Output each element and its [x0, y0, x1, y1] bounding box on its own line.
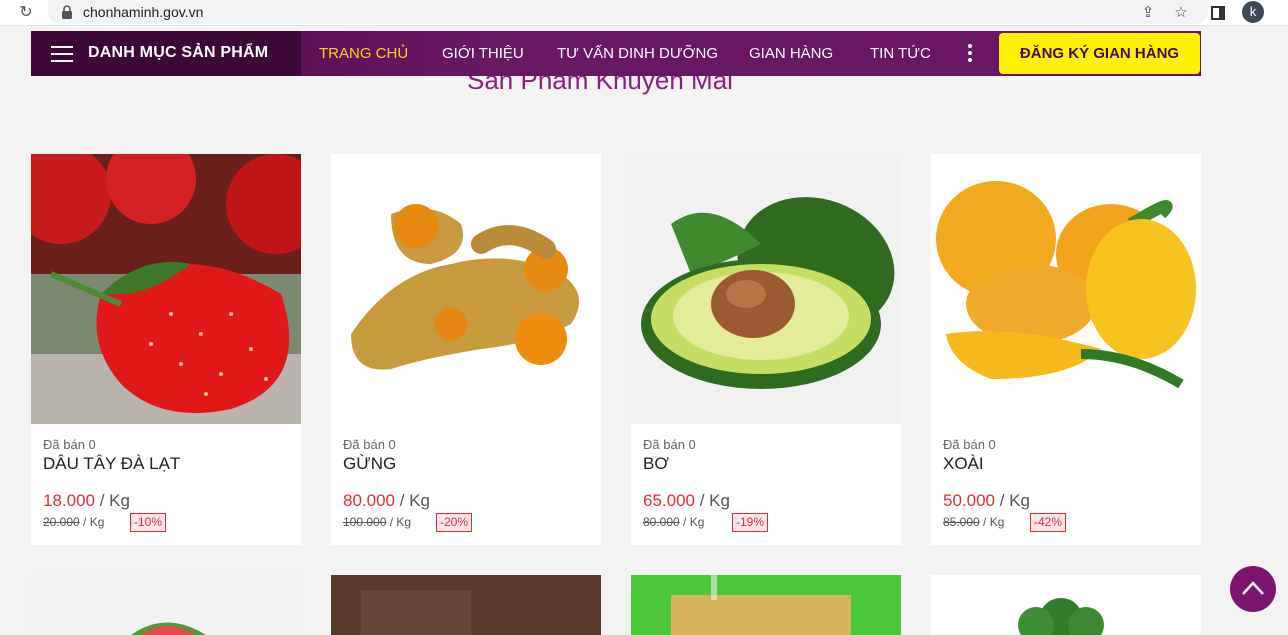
url-text[interactable]: chonhaminh.gov.vn — [83, 4, 203, 20]
original-price: 80.000 / Kg — [643, 515, 704, 529]
sold-count: Đã bán 0 — [943, 437, 996, 452]
bookmark-star-icon[interactable]: ☆ — [1171, 3, 1191, 23]
product-image[interactable] — [631, 575, 901, 635]
product-price: 80.000 / Kg — [343, 491, 430, 511]
original-price-value: 85.000 — [943, 515, 980, 529]
product-name[interactable]: XOÀI — [943, 454, 984, 474]
main-navbar: DANH MỤC SẢN PHẨM TRANG CHỦ GIỚI THIỆU T… — [31, 31, 1201, 76]
product-price: 50.000 / Kg — [943, 491, 1030, 511]
lock-icon — [62, 5, 72, 19]
original-price-unit: / Kg — [386, 515, 412, 529]
product-card[interactable] — [631, 575, 901, 635]
discount-badge: -19% — [732, 513, 769, 532]
original-price: 20.000 / Kg — [43, 515, 104, 529]
price-unit: / Kg — [95, 491, 130, 510]
product-name[interactable]: GỪNG — [343, 454, 396, 474]
product-image-avocado[interactable] — [631, 154, 901, 424]
price-unit: / Kg — [395, 491, 430, 510]
nav-link-news[interactable]: TIN TỨC — [870, 45, 931, 62]
product-card[interactable] — [31, 575, 301, 635]
more-vertical-icon[interactable] — [966, 44, 974, 64]
price-unit: / Kg — [695, 491, 730, 510]
address-bar[interactable] — [48, 0, 1208, 24]
product-image-mango[interactable] — [931, 154, 1201, 424]
product-price: 18.000 / Kg — [43, 491, 130, 511]
product-image[interactable] — [31, 575, 301, 635]
sold-count: Đã bán 0 — [643, 437, 696, 452]
register-stall-button[interactable]: ĐĂNG KÝ GIAN HÀNG — [999, 33, 1200, 74]
original-price-value: 20.000 — [43, 515, 80, 529]
original-price-unit: / Kg — [679, 515, 705, 529]
product-card[interactable]: Đã bán 0 GỪNG 80.000 / Kg 100.000 / Kg -… — [331, 154, 601, 545]
nav-link-stalls[interactable]: GIAN HÀNG — [749, 45, 833, 62]
price-value: 65.000 — [643, 491, 695, 510]
category-menu-button[interactable]: DANH MỤC SẢN PHẨM — [31, 31, 301, 76]
nav-link-home[interactable]: TRANG CHỦ — [319, 45, 408, 62]
product-card[interactable]: Đã bán 0 DÂU TÂY ĐÀ LẠT 18.000 / Kg 20.0… — [31, 154, 301, 545]
original-price-unit: / Kg — [79, 515, 105, 529]
price-value: 18.000 — [43, 491, 95, 510]
browser-toolbar: ↻ chonhaminh.gov.vn ⇪ ☆ k — [0, 0, 1288, 26]
product-name[interactable]: BƠ — [643, 454, 669, 474]
scroll-to-top-button[interactable] — [1230, 566, 1276, 612]
product-card[interactable] — [331, 575, 601, 635]
original-price-value: 100.000 — [343, 515, 387, 529]
product-image-turmeric[interactable] — [331, 154, 601, 424]
nav-link-about[interactable]: GIỚI THIỆU — [442, 45, 524, 62]
discount-badge: -10% — [130, 513, 167, 532]
original-price: 100.000 / Kg — [343, 515, 411, 529]
original-price: 85.000 / Kg — [943, 515, 1004, 529]
product-image[interactable] — [331, 575, 601, 635]
chevron-up-icon — [1242, 581, 1264, 595]
price-value: 50.000 — [943, 491, 995, 510]
product-card[interactable]: Đã bán 0 XOÀI 50.000 / Kg 85.000 / Kg -4… — [931, 154, 1201, 545]
product-image-strawberry[interactable] — [31, 154, 301, 424]
original-price-unit: / Kg — [979, 515, 1005, 529]
sold-count: Đã bán 0 — [343, 437, 396, 452]
product-price: 65.000 / Kg — [643, 491, 730, 511]
share-icon[interactable]: ⇪ — [1138, 3, 1158, 23]
product-card[interactable]: Đã bán 0 BƠ 65.000 / Kg 80.000 / Kg -19% — [631, 154, 901, 545]
nav-link-nutrition[interactable]: TƯ VẤN DINH DƯỠNG — [557, 45, 718, 62]
original-price-value: 80.000 — [643, 515, 680, 529]
product-image[interactable] — [931, 575, 1201, 635]
sold-count: Đã bán 0 — [43, 437, 96, 452]
price-value: 80.000 — [343, 491, 395, 510]
discount-badge: -20% — [436, 513, 473, 532]
side-panel-icon[interactable] — [1208, 3, 1228, 23]
price-unit: / Kg — [995, 491, 1030, 510]
discount-badge: -42% — [1030, 513, 1067, 532]
hamburger-icon — [51, 46, 73, 62]
category-menu-title: DANH MỤC SẢN PHẨM — [88, 44, 269, 61]
product-name[interactable]: DÂU TÂY ĐÀ LẠT — [43, 454, 180, 474]
profile-avatar[interactable]: k — [1242, 1, 1264, 23]
product-card[interactable] — [931, 575, 1201, 635]
reload-icon[interactable]: ↻ — [17, 4, 35, 22]
